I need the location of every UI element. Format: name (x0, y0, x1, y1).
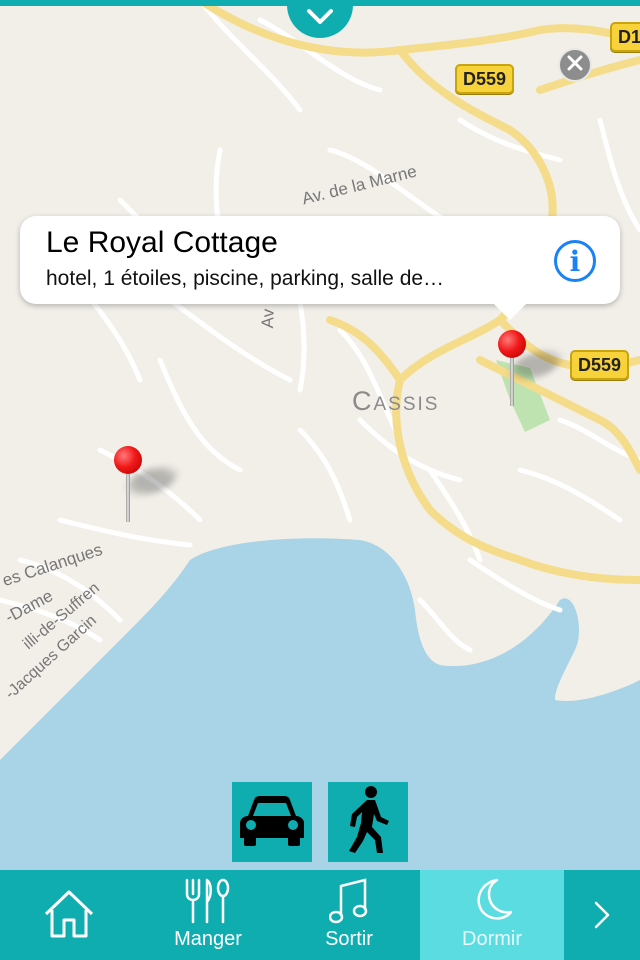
info-button[interactable]: i (554, 240, 596, 282)
road-shield: D559 (570, 350, 630, 380)
info-icon: i (569, 244, 581, 278)
music-note-icon (328, 878, 369, 929)
close-button[interactable] (558, 48, 592, 82)
tab-label: Manger (174, 928, 242, 950)
road-shield: D559 (455, 64, 515, 94)
chevron-right-icon (592, 900, 612, 935)
tab-label: Dormir (462, 928, 522, 950)
fork-knife-icon (183, 878, 233, 929)
walking-mode-button[interactable] (328, 782, 408, 862)
walking-icon (343, 785, 393, 860)
road-shield: D1 (610, 22, 640, 52)
town-label: Cassis (352, 386, 440, 416)
car-mode-button[interactable] (232, 782, 312, 862)
map-pin[interactable] (108, 446, 182, 536)
callout-title: Le Royal Cottage (46, 226, 278, 259)
tab-label: Sortir (325, 928, 373, 950)
map-view[interactable] (0, 0, 640, 870)
tab-home[interactable] (0, 870, 138, 960)
map-pin-selected[interactable] (492, 330, 566, 420)
street-label: Av (258, 308, 278, 329)
car-icon (238, 792, 306, 853)
tab-more[interactable] (564, 870, 640, 960)
tab-manger[interactable]: Manger (138, 870, 278, 960)
location-callout[interactable]: Le Royal Cottage hotel, 1 étoiles, pisci… (20, 216, 620, 320)
chevron-down-icon (306, 8, 334, 31)
tab-bar: Manger Sortir Dormir (0, 870, 640, 960)
moon-icon (469, 876, 515, 927)
tab-sortir[interactable]: Sortir (278, 870, 420, 960)
tab-dormir[interactable]: Dormir (420, 870, 564, 960)
home-icon (42, 888, 96, 945)
callout-subtitle: hotel, 1 étoiles, piscine, parking, sall… (46, 267, 445, 290)
close-icon (567, 55, 583, 76)
